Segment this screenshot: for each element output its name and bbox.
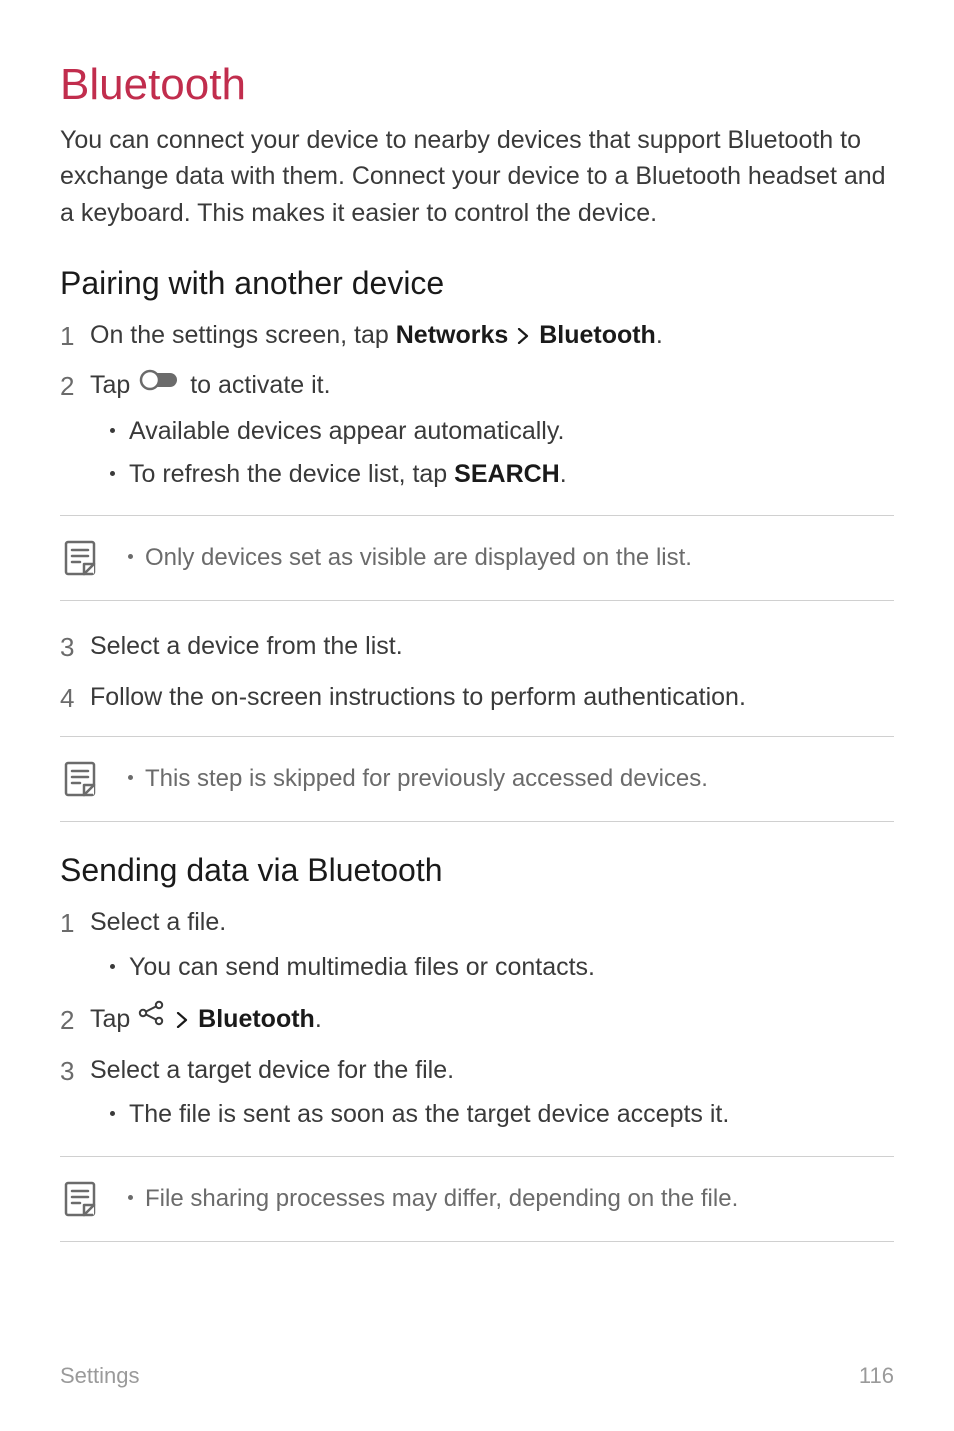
note-icon — [62, 759, 102, 799]
stepb-1: 1 Select a file. You can send multimedia… — [60, 903, 894, 991]
steps-sending: 1 Select a file. You can send multimedia… — [60, 903, 894, 1138]
steps-pairing: 1 On the settings screen, tap Networks B… — [60, 316, 894, 498]
stepb2-bold: Bluetooth — [198, 1005, 315, 1033]
bullet-dot-icon — [110, 471, 115, 476]
stepb-3: 3 Select a target device for the file. T… — [60, 1051, 894, 1139]
stepb1-text: Select a file. — [90, 908, 226, 936]
stepb1-sub1-text: You can send multimedia files or contact… — [129, 948, 595, 987]
note3-item: File sharing processes may differ, depen… — [128, 1181, 894, 1217]
footer-section: Settings — [60, 1363, 140, 1389]
step1-pre: On the settings screen, tap — [90, 321, 396, 349]
stepb-2: 2 Tap Bluetooth. — [60, 1000, 894, 1040]
step3-text: Select a device from the list. — [90, 632, 403, 660]
section-sending: Sending data via Bluetooth 1 Select a fi… — [60, 852, 894, 1242]
step-1: 1 On the settings screen, tap Networks B… — [60, 316, 894, 356]
note1-text: Only devices set as visible are displaye… — [145, 540, 692, 576]
step4-text: Follow the on-screen instructions to per… — [90, 683, 746, 711]
step2-subbullets: Available devices appear automatically. … — [110, 412, 894, 494]
step2-post: to activate it. — [183, 371, 330, 399]
share-icon — [137, 999, 167, 1038]
bullet-dot-icon — [110, 964, 115, 969]
bullet-dot-icon — [128, 775, 133, 780]
bullet-dot-icon — [110, 428, 115, 433]
stepb2-post: . — [315, 1005, 322, 1033]
bullet-dot-icon — [110, 1111, 115, 1116]
stepb3-sub1-text: The file is sent as soon as the target d… — [129, 1095, 729, 1134]
page-title: Bluetooth — [60, 60, 894, 110]
intro-paragraph: You can connect your device to nearby de… — [60, 122, 894, 231]
note2-item: This step is skipped for previously acce… — [128, 761, 894, 797]
page-footer: Settings 116 — [60, 1363, 894, 1389]
step2-sub1: Available devices appear automatically. — [110, 412, 894, 451]
note2-text: This step is skipped for previously acce… — [145, 761, 708, 797]
heading-sending: Sending data via Bluetooth — [60, 852, 894, 889]
steps-pairing-cont: 3 Select a device from the list. 4 Follo… — [60, 627, 894, 718]
chevron-right-icon — [176, 1001, 189, 1040]
footer-page-number: 116 — [859, 1363, 894, 1389]
step-4: 4 Follow the on-screen instructions to p… — [60, 678, 894, 718]
step2-sub1-text: Available devices appear automatically. — [129, 412, 564, 451]
step-number: 3 — [60, 627, 90, 667]
step-number: 3 — [60, 1051, 90, 1091]
step1-period: . — [656, 321, 663, 349]
step-number: 2 — [60, 1000, 90, 1040]
section-pairing: Pairing with another device 1 On the set… — [60, 265, 894, 822]
step-number: 1 — [60, 903, 90, 943]
note-icon — [62, 1179, 102, 1219]
chevron-right-icon — [517, 317, 530, 356]
step2-sub2-bold: SEARCH — [454, 460, 560, 488]
stepb3-text: Select a target device for the file. — [90, 1056, 454, 1084]
stepb1-sub1: You can send multimedia files or contact… — [110, 948, 894, 987]
note-box-1: Only devices set as visible are displaye… — [60, 515, 894, 601]
note1-item: Only devices set as visible are displaye… — [128, 540, 894, 576]
toggle-off-icon — [137, 365, 183, 404]
step2-pre: Tap — [90, 371, 137, 399]
step2-sub2-post: . — [560, 460, 567, 488]
note-box-2: This step is skipped for previously acce… — [60, 736, 894, 822]
step-number: 4 — [60, 678, 90, 718]
step-2: 2 Tap to activate it. Available devices … — [60, 366, 894, 497]
step-number: 2 — [60, 366, 90, 406]
heading-pairing: Pairing with another device — [60, 265, 894, 302]
stepb2-pre: Tap — [90, 1005, 137, 1033]
stepb1-subbullets: You can send multimedia files or contact… — [110, 948, 894, 987]
bullet-dot-icon — [128, 554, 133, 559]
step-3: 3 Select a device from the list. — [60, 627, 894, 667]
note3-text: File sharing processes may differ, depen… — [145, 1181, 738, 1217]
step1-bold-bluetooth: Bluetooth — [539, 321, 656, 349]
step1-bold-networks: Networks — [396, 321, 509, 349]
step-number: 1 — [60, 316, 90, 356]
stepb3-subbullets: The file is sent as soon as the target d… — [110, 1095, 894, 1134]
bullet-dot-icon — [128, 1195, 133, 1200]
stepb3-sub1: The file is sent as soon as the target d… — [110, 1095, 894, 1134]
step2-sub2: To refresh the device list, tap SEARCH. — [110, 455, 894, 494]
note-icon — [62, 538, 102, 578]
step2-sub2-pre: To refresh the device list, tap — [129, 460, 454, 488]
note-box-3: File sharing processes may differ, depen… — [60, 1156, 894, 1242]
